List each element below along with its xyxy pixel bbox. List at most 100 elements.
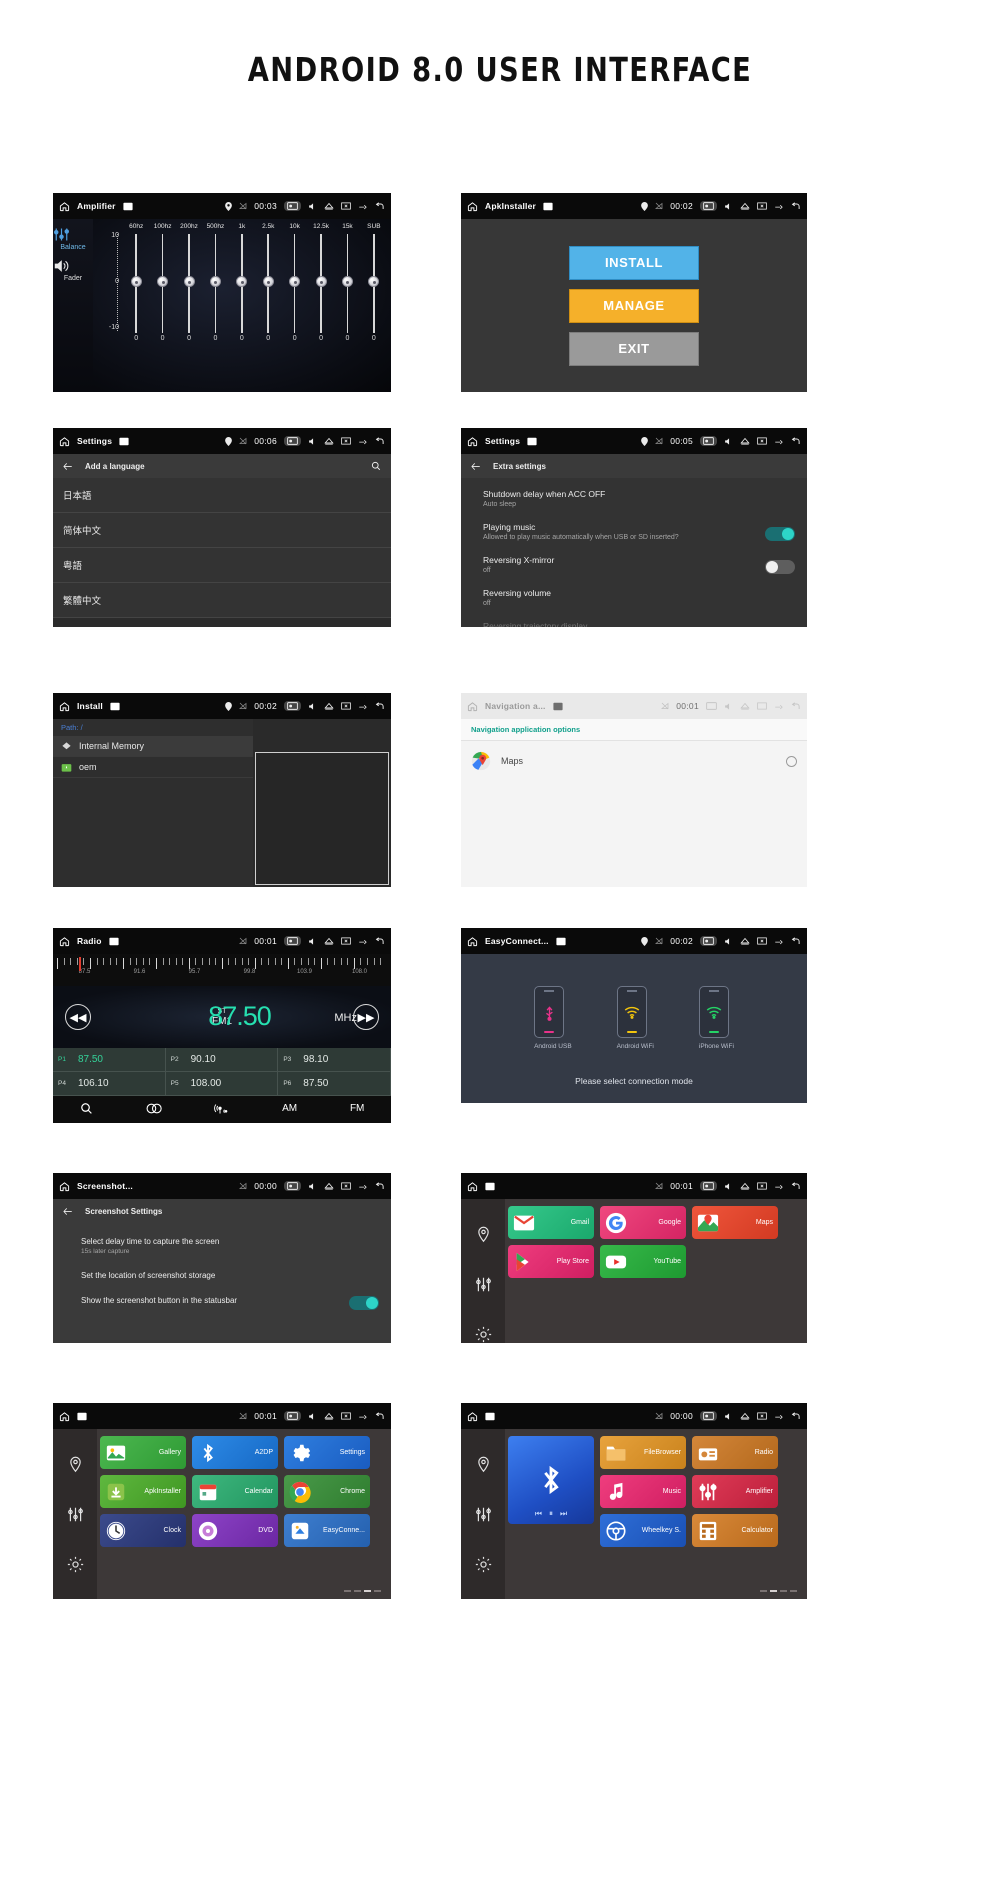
path-breadcrumb[interactable]: Path: / <box>53 719 253 736</box>
close-window-icon[interactable] <box>341 202 351 210</box>
minimize-icon[interactable] <box>774 938 784 945</box>
bluetooth-player-tile[interactable]: ⏮ ⏸ ⏭ <box>508 1436 594 1524</box>
exit-button[interactable]: EXIT <box>569 331 699 366</box>
volume-icon[interactable] <box>724 437 733 446</box>
eq-slider[interactable] <box>361 230 387 335</box>
screenshot-icon[interactable] <box>284 936 301 946</box>
radio-dial[interactable]: 87.5 91.6 95.7 99.8 103.9 108.0 <box>53 954 391 986</box>
volume-icon[interactable] <box>308 937 317 946</box>
eq-slider[interactable] <box>123 230 149 335</box>
close-window-icon[interactable] <box>757 937 767 945</box>
back-arrow-icon[interactable] <box>63 462 73 471</box>
app-tile-radio[interactable]: Radio <box>692 1436 778 1469</box>
settings-row[interactable]: Show the screenshot button in the status… <box>53 1288 391 1313</box>
back-icon[interactable] <box>375 701 385 711</box>
volume-icon[interactable] <box>308 702 317 711</box>
home-icon[interactable] <box>467 936 478 947</box>
screenshot-icon[interactable] <box>700 936 717 946</box>
app-tile-music[interactable]: Music <box>600 1475 686 1508</box>
app-tile-calculator[interactable]: Calculator <box>692 1514 778 1547</box>
eq-slider[interactable] <box>255 230 281 335</box>
close-window-icon[interactable] <box>341 937 351 945</box>
app-tile-chrome[interactable]: Chrome <box>284 1475 370 1508</box>
close-window-icon[interactable] <box>341 1182 351 1190</box>
back-icon[interactable] <box>791 1181 801 1191</box>
app-tile-google[interactable]: Google <box>600 1206 686 1239</box>
settings-row[interactable]: Playing music Allowed to play music auto… <box>461 515 807 548</box>
list-item[interactable]: oem <box>53 757 253 778</box>
screenshot-icon[interactable] <box>284 201 301 211</box>
minimize-icon[interactable] <box>774 203 784 210</box>
preset-button[interactable]: P6 87.50 <box>278 1072 391 1096</box>
settings-row[interactable]: Reversing X-mirror off <box>461 548 807 581</box>
volume-icon[interactable] <box>724 202 733 211</box>
navigation-rail-icon[interactable] <box>475 1456 492 1473</box>
back-arrow-icon[interactable] <box>471 462 481 471</box>
picture-icon[interactable] <box>556 937 566 946</box>
app-tile-clock[interactable]: Clock <box>100 1514 186 1547</box>
back-icon[interactable] <box>375 201 385 211</box>
app-tile-apkinstaller[interactable]: ApkInstaller <box>100 1475 186 1508</box>
picture-icon[interactable] <box>527 437 537 446</box>
back-icon[interactable] <box>791 436 801 446</box>
minimize-icon[interactable] <box>358 438 368 445</box>
equalizer-rail-icon[interactable] <box>475 1506 492 1523</box>
back-arrow-icon[interactable] <box>63 1207 73 1216</box>
picture-icon[interactable] <box>109 937 119 946</box>
eq-slider[interactable] <box>176 230 202 335</box>
screenshot-icon[interactable] <box>706 702 717 710</box>
close-window-icon[interactable] <box>757 1182 767 1190</box>
settings-rail-icon[interactable] <box>67 1556 84 1573</box>
picture-icon[interactable] <box>553 702 563 711</box>
eq-slider[interactable] <box>149 230 175 335</box>
home-icon[interactable] <box>59 436 70 447</box>
home-icon[interactable] <box>467 1411 478 1422</box>
home-icon[interactable] <box>467 1181 478 1192</box>
volume-icon[interactable] <box>724 1412 733 1421</box>
home-icon[interactable] <box>59 936 70 947</box>
volume-icon[interactable] <box>308 202 317 211</box>
list-item[interactable]: 粤語 <box>53 548 391 583</box>
volume-icon[interactable] <box>308 1182 317 1191</box>
picture-icon[interactable] <box>110 702 120 711</box>
minimize-icon[interactable] <box>358 938 368 945</box>
screenshot-icon[interactable] <box>700 1411 717 1421</box>
eq-slider[interactable] <box>229 230 255 335</box>
app-tile-dvd[interactable]: DVD <box>192 1514 278 1547</box>
eject-icon[interactable] <box>324 937 334 945</box>
home-icon[interactable] <box>59 201 70 212</box>
picture-icon[interactable] <box>485 1412 495 1421</box>
minimize-icon[interactable] <box>358 1413 368 1420</box>
screenshot-icon[interactable] <box>284 701 301 711</box>
home-icon[interactable] <box>467 201 478 212</box>
back-icon[interactable] <box>375 1181 385 1191</box>
manage-button[interactable]: MANAGE <box>569 288 699 323</box>
app-tile-gmail[interactable]: Gmail <box>508 1206 594 1239</box>
eq-slider[interactable] <box>334 230 360 335</box>
preset-button[interactable]: P4 106.10 <box>53 1072 166 1096</box>
eject-icon[interactable] <box>740 702 750 710</box>
radio-button[interactable] <box>786 755 797 767</box>
home-icon[interactable] <box>467 436 478 447</box>
volume-icon[interactable] <box>308 437 317 446</box>
eject-icon[interactable] <box>740 202 750 210</box>
app-tile-gallery[interactable]: Gallery <box>100 1436 186 1469</box>
app-tile-youtube[interactable]: YouTube <box>600 1245 686 1278</box>
volume-icon[interactable] <box>724 937 733 946</box>
settings-row[interactable]: Set the location of screenshot storage <box>53 1263 391 1288</box>
app-tile-a2dp[interactable]: A2DP <box>192 1436 278 1469</box>
reversing-xmirror-toggle[interactable] <box>765 560 795 574</box>
minimize-icon[interactable] <box>774 1413 784 1420</box>
back-icon[interactable] <box>375 1411 385 1421</box>
eq-slider[interactable] <box>308 230 334 335</box>
app-tile-amplifier[interactable]: Amplifier <box>692 1475 778 1508</box>
playing-music-toggle[interactable] <box>765 527 795 541</box>
home-icon[interactable] <box>59 1181 70 1192</box>
app-tile-wheelkey[interactable]: Wheelkey S. <box>600 1514 686 1547</box>
balance-label[interactable]: Balance <box>53 244 93 251</box>
volume-icon[interactable] <box>308 1412 317 1421</box>
settings-rail-icon[interactable] <box>475 1556 492 1573</box>
app-tile-calendar[interactable]: Calendar <box>192 1475 278 1508</box>
close-window-icon[interactable] <box>341 1412 351 1420</box>
picture-icon[interactable] <box>119 437 129 446</box>
